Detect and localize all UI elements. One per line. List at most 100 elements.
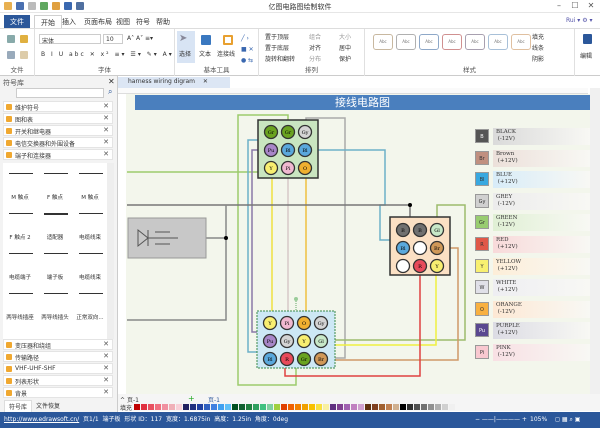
style-preset[interactable]: Abc xyxy=(511,34,531,50)
close-category-icon[interactable]: ✕ xyxy=(103,364,109,372)
font-name-select[interactable]: 宋体 xyxy=(39,34,101,45)
palette-swatch[interactable] xyxy=(393,404,399,410)
legend-item[interactable]: Gr GREEN (-12V) xyxy=(475,214,590,232)
palette-swatch[interactable] xyxy=(246,404,252,410)
diagram-title[interactable]: 接线电路图 xyxy=(135,95,590,110)
palette-swatch[interactable] xyxy=(365,404,371,410)
palette-swatch[interactable] xyxy=(330,404,336,410)
palette-swatch[interactable] xyxy=(169,404,175,410)
close-category-icon[interactable]: ✕ xyxy=(103,388,109,396)
shape-thumbnail[interactable] xyxy=(9,213,33,214)
palette-swatch[interactable] xyxy=(183,404,189,410)
close-button[interactable]: ✕ xyxy=(584,1,598,10)
copy-icon[interactable] xyxy=(7,51,15,59)
font-size-select[interactable]: 10 xyxy=(103,34,123,44)
palette-swatch[interactable] xyxy=(281,404,287,410)
palette-swatch[interactable] xyxy=(162,404,168,410)
palette-swatch[interactable] xyxy=(274,404,280,410)
fill-button[interactable]: 填充 xyxy=(532,32,544,41)
palette-swatch[interactable] xyxy=(344,404,350,410)
palette-swatch[interactable] xyxy=(204,404,210,410)
rotate-flip-button[interactable]: 旋转和翻转 xyxy=(265,54,295,63)
find-icon[interactable] xyxy=(583,34,592,44)
palette-swatch[interactable] xyxy=(141,404,147,410)
library-category[interactable]: 变压器和绕组 ✕ xyxy=(3,339,113,350)
legend-item[interactable]: Br Brown (+12V) xyxy=(475,149,590,167)
legend-item[interactable]: Gy GREY (-12V) xyxy=(475,192,590,210)
close-panel-icon[interactable]: ✕ xyxy=(108,77,115,86)
library-category[interactable]: 传输路径 ✕ xyxy=(3,351,113,362)
palette-swatch[interactable] xyxy=(449,404,455,410)
palette-swatch[interactable] xyxy=(379,404,385,410)
palette-swatch[interactable] xyxy=(337,404,343,410)
line-button[interactable]: 线条 xyxy=(532,43,544,52)
menu-help[interactable]: 帮助 xyxy=(150,15,176,29)
style-preset[interactable]: Abc xyxy=(419,34,439,50)
shape-thumbnail[interactable] xyxy=(79,213,103,214)
font-grow-button[interactable]: A˄ A˅ ≡▾ xyxy=(127,35,153,42)
search-icon[interactable]: ⌕ xyxy=(108,87,112,97)
protect-button[interactable]: 保护 xyxy=(339,54,351,63)
group-button[interactable]: 组合 xyxy=(309,32,321,41)
shadow-button[interactable]: 阴影 xyxy=(532,54,544,63)
shape-thumbnail[interactable] xyxy=(79,253,103,254)
shape-thumbnail[interactable] xyxy=(9,253,33,254)
add-page-icon[interactable]: + xyxy=(188,394,195,403)
shape-thumbnail[interactable] xyxy=(9,293,33,294)
palette-swatch[interactable] xyxy=(442,404,448,410)
style-preset[interactable]: Abc xyxy=(442,34,462,50)
palette-swatch[interactable] xyxy=(316,404,322,410)
palette-swatch[interactable] xyxy=(232,404,238,410)
shape-thumbnail[interactable] xyxy=(79,173,103,174)
palette-swatch[interactable] xyxy=(218,404,224,410)
palette-swatch[interactable] xyxy=(288,404,294,410)
text-tool[interactable]: 文本 xyxy=(197,31,215,63)
legend-item[interactable]: B BLACK (-12V) xyxy=(475,128,590,145)
library-category[interactable]: 开关和继电器 ✕ xyxy=(3,125,113,136)
cut-icon[interactable] xyxy=(7,35,15,43)
shape-scrollbar[interactable] xyxy=(107,163,114,339)
tab-file-recovery[interactable]: 文件恢复 xyxy=(32,400,64,411)
shape-thumbnail[interactable] xyxy=(44,213,68,215)
palette-swatch[interactable] xyxy=(428,404,434,410)
close-category-icon[interactable]: ✕ xyxy=(103,352,109,360)
document-tab[interactable]: harness wiring digram ✕ xyxy=(118,77,230,88)
style-preset[interactable]: Abc xyxy=(488,34,508,50)
style-preset[interactable]: Abc xyxy=(396,34,416,50)
shape-tools[interactable]: ╱ › ■ ✕ ● ⇆ xyxy=(241,33,254,66)
palette-swatch[interactable] xyxy=(176,404,182,410)
close-category-icon[interactable]: ✕ xyxy=(103,126,109,134)
palette-swatch[interactable] xyxy=(197,404,203,410)
shape-thumbnail[interactable] xyxy=(44,293,68,294)
account-icon[interactable]: Rui ▾ ⚙ ▾ xyxy=(566,17,593,24)
palette-swatch[interactable] xyxy=(302,404,308,410)
bring-to-front-button[interactable]: 置于顶层 xyxy=(265,32,289,41)
palette-swatch[interactable] xyxy=(386,404,392,410)
palette-swatch[interactable] xyxy=(400,404,406,410)
menu-file[interactable]: 文件 xyxy=(4,15,30,29)
library-category[interactable]: 背景 ✕ xyxy=(3,387,113,398)
send-to-back-button[interactable]: 置于底层 xyxy=(265,43,289,52)
palette-swatch[interactable] xyxy=(148,404,154,410)
style-preset[interactable]: Abc xyxy=(373,34,393,50)
palette-swatch[interactable] xyxy=(267,404,273,410)
size-button[interactable]: 大小 xyxy=(339,32,351,41)
palette-swatch[interactable] xyxy=(155,404,161,410)
close-category-icon[interactable]: ✕ xyxy=(103,150,109,158)
palette-swatch[interactable] xyxy=(260,404,266,410)
palette-swatch[interactable] xyxy=(253,404,259,410)
center-button[interactable]: 居中 xyxy=(339,43,351,52)
shape-thumbnail[interactable] xyxy=(44,253,68,254)
edit-button[interactable]: 编辑 xyxy=(580,51,592,60)
library-category[interactable]: 电信交换器和外围设备 ✕ xyxy=(3,137,113,148)
palette-swatch[interactable] xyxy=(358,404,364,410)
palette-swatch[interactable] xyxy=(239,404,245,410)
palette-swatch[interactable] xyxy=(407,404,413,410)
close-category-icon[interactable]: ✕ xyxy=(103,376,109,384)
paste-icon[interactable] xyxy=(20,51,28,59)
palette-swatch[interactable] xyxy=(323,404,329,410)
maximize-button[interactable]: ☐ xyxy=(568,1,582,10)
minimize-button[interactable]: – xyxy=(552,1,566,10)
legend-item[interactable]: Pi PINK (-12V) xyxy=(475,344,590,361)
legend-item[interactable]: O ORANGE (-12V) xyxy=(475,300,590,318)
